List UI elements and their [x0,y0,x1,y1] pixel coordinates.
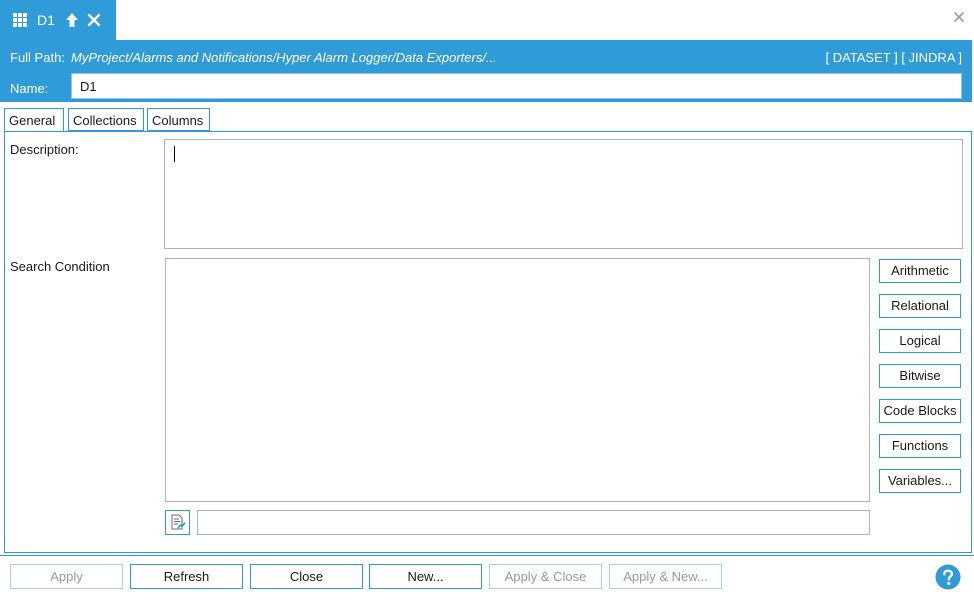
description-textarea[interactable] [164,139,963,249]
close-icon[interactable] [87,13,101,27]
search-condition-editor[interactable] [165,258,870,502]
close-button[interactable]: Close [250,564,363,589]
relational-button[interactable]: Relational [879,294,961,318]
header-band: Full Path: MyProject/Alarms and Notifica… [0,40,972,102]
tab-columns[interactable]: Columns [147,108,210,131]
description-label: Description: [10,142,79,157]
help-icon[interactable] [935,564,961,590]
name-input[interactable]: D1 [71,73,962,99]
expression-input[interactable] [197,510,870,535]
full-path-row: Full Path: MyProject/Alarms and Notifica… [10,50,962,68]
code-blocks-button[interactable]: Code Blocks [879,399,961,423]
search-condition-label: Search Condition [10,259,110,274]
edit-expression-icon [171,514,186,530]
footer-divider [0,555,974,556]
full-path-label: Full Path: [10,50,65,65]
grid-icon [13,13,28,27]
apply-button[interactable]: Apply [10,564,123,589]
object-type-tag: [ DATASET ] [ JINDRA ] [825,50,962,65]
logical-button[interactable]: Logical [879,329,961,353]
functions-button[interactable]: Functions [879,434,961,458]
apply-close-button[interactable]: Apply & Close [489,564,602,589]
document-tab-title: D1 [37,12,55,28]
full-path-value: MyProject/Alarms and Notifications/Hyper… [71,50,497,65]
apply-new-button[interactable]: Apply & New... [609,564,722,589]
variables-button[interactable]: Variables... [879,469,961,493]
edit-expression-button[interactable] [165,510,190,535]
refresh-button[interactable]: Refresh [130,564,243,589]
new-button[interactable]: New... [369,564,482,589]
text-caret [174,146,175,162]
document-tab[interactable]: D1 [0,0,116,40]
tab-collections[interactable]: Collections [68,108,144,131]
arithmetic-button[interactable]: Arithmetic [879,259,961,283]
bitwise-button[interactable]: Bitwise [879,364,961,388]
window-close-icon[interactable] [952,10,966,24]
move-up-icon[interactable] [65,12,79,28]
name-label: Name: [10,81,49,96]
tab-general[interactable]: General [4,108,64,132]
